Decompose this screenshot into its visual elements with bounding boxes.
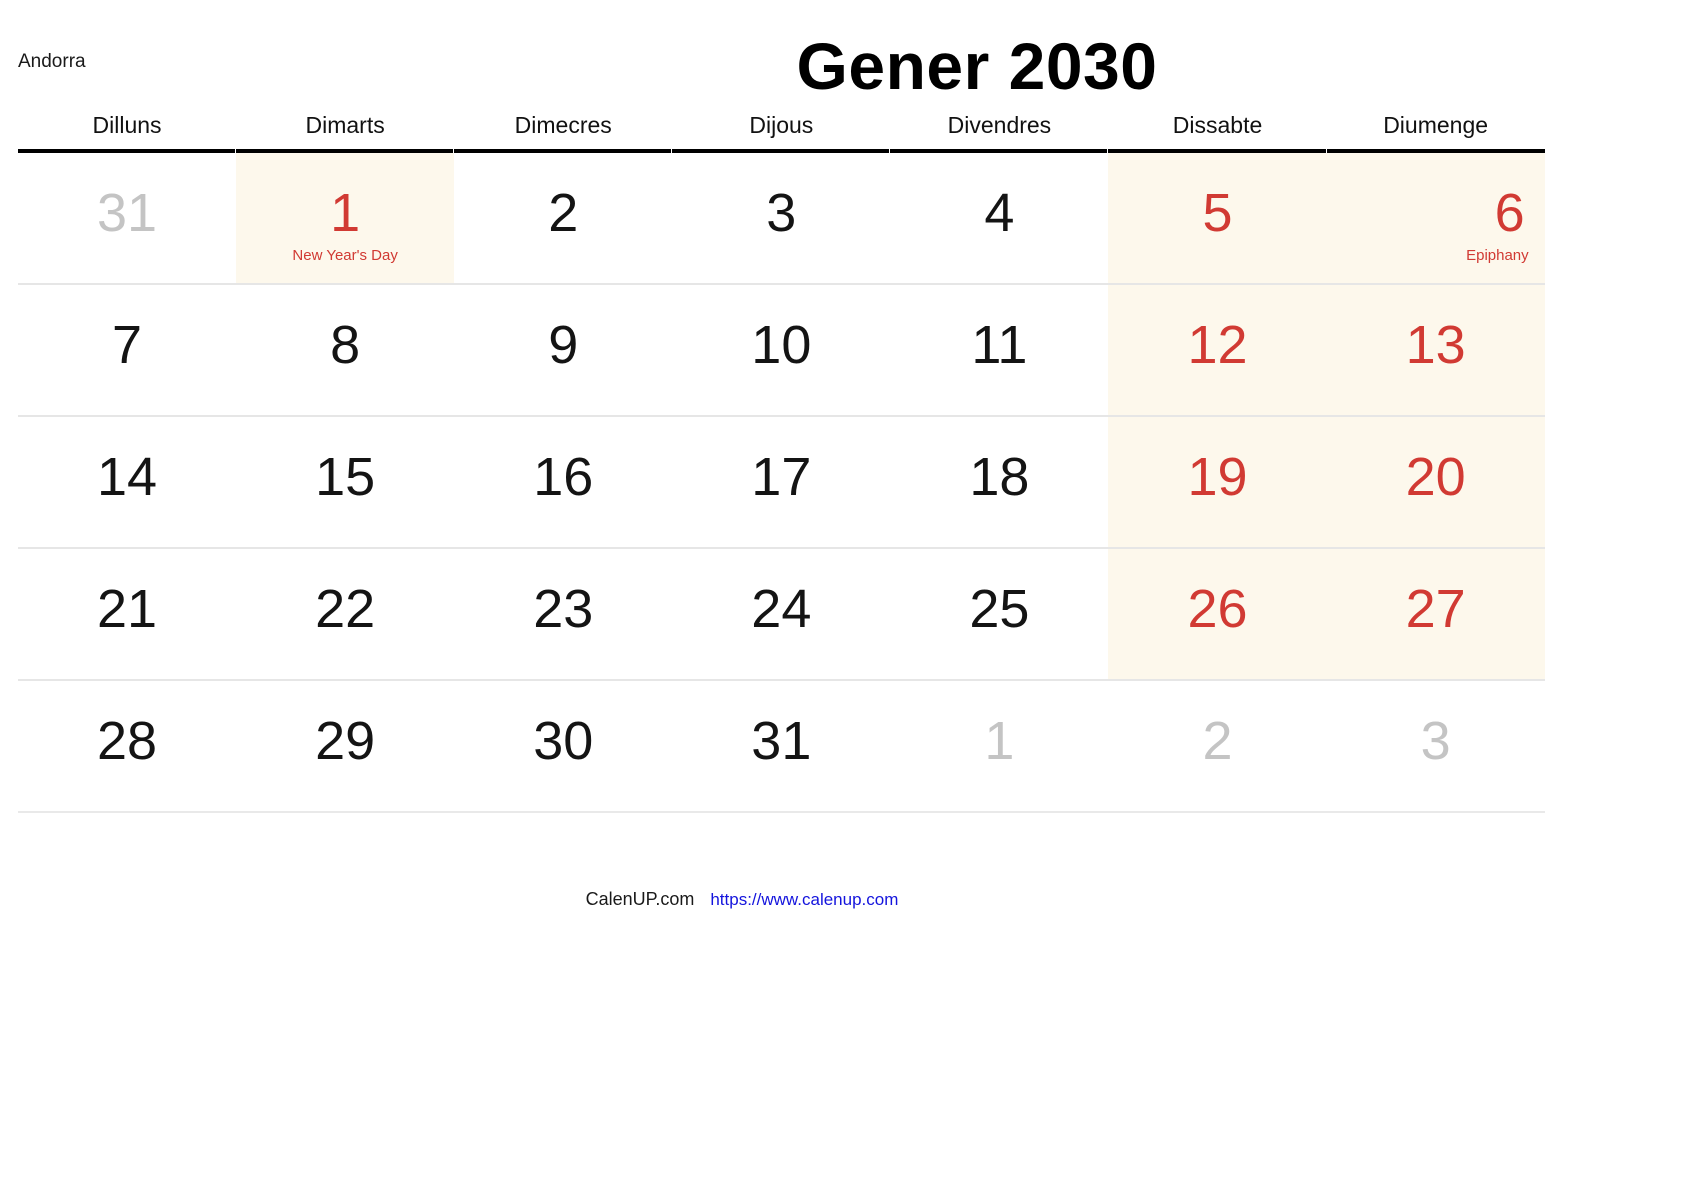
- day-number: 3: [766, 183, 797, 243]
- day-number: 9: [548, 315, 579, 375]
- calendar-day-cell[interactable]: 9: [454, 285, 672, 415]
- calendar-day-cell[interactable]: 21: [18, 549, 236, 679]
- calendar-day-cell[interactable]: 15: [236, 417, 454, 547]
- footer-url-link[interactable]: https://www.calenup.com: [710, 890, 898, 909]
- calendar-week-row: 7 8 9 10 11 12 13: [18, 285, 1545, 417]
- day-number: 1: [330, 183, 361, 243]
- calendar-day-cell[interactable]: 24: [672, 549, 890, 679]
- day-number: 6: [1494, 183, 1525, 243]
- day-number: 31: [97, 183, 158, 243]
- day-number: 1: [984, 711, 1015, 771]
- weekday-header-friday: Divendres: [947, 112, 1052, 138]
- calendar-day-cell[interactable]: 18: [890, 417, 1108, 547]
- day-number: 24: [751, 579, 812, 639]
- day-number: 12: [1187, 315, 1248, 375]
- calendar-day-cell[interactable]: 20: [1326, 417, 1545, 547]
- calendar-day-cell[interactable]: 6 Epiphany: [1326, 153, 1545, 283]
- calendar-day-cell[interactable]: 2: [454, 153, 672, 283]
- holiday-label: New Year's Day: [292, 247, 398, 264]
- calendar-day-cell[interactable]: 3: [672, 153, 890, 283]
- day-number: 27: [1405, 579, 1466, 639]
- calendar-day-cell[interactable]: 28: [18, 681, 236, 811]
- day-number: 30: [533, 711, 594, 771]
- day-number: 7: [112, 315, 143, 375]
- day-number: 10: [751, 315, 812, 375]
- day-number: 19: [1187, 447, 1248, 507]
- calendar-day-cell[interactable]: 31: [18, 153, 236, 283]
- day-number: 8: [330, 315, 361, 375]
- calendar-day-cell[interactable]: 22: [236, 549, 454, 679]
- day-number: 23: [533, 579, 594, 639]
- day-number: 5: [1202, 183, 1233, 243]
- weekday-header-sunday: Diumenge: [1383, 112, 1489, 138]
- day-number: 20: [1405, 447, 1466, 507]
- calendar-day-cell[interactable]: 7: [18, 285, 236, 415]
- weekday-header-tuesday: Dimarts: [305, 112, 385, 138]
- day-number: 31: [751, 711, 812, 771]
- day-number: 17: [751, 447, 812, 507]
- calendar-week-row: 31 1 New Year's Day 2 3 4 5 6 Epiphany: [18, 153, 1545, 285]
- weekday-header-thursday: Dijous: [749, 112, 814, 138]
- weekday-header-monday: Dilluns: [92, 112, 162, 138]
- calendar-day-cell[interactable]: 19: [1108, 417, 1327, 547]
- calendar-day-cell[interactable]: 30: [454, 681, 672, 811]
- day-number: 2: [1202, 711, 1233, 771]
- day-number: 11: [971, 315, 1028, 375]
- calendar-day-cell[interactable]: 27: [1326, 549, 1545, 679]
- holiday-label: Epiphany: [1466, 247, 1529, 264]
- calendar-day-cell[interactable]: 5: [1108, 153, 1327, 283]
- calendar-week-row: 14 15 16 17 18 19 20: [18, 417, 1545, 549]
- calendar-page: Andorra Gener 2030 Dilluns Dimarts Dimec…: [0, 0, 1684, 1191]
- calendar-weeks: 31 1 New Year's Day 2 3 4 5 6 Epiphany 7 8 9 10 11 12 1…: [18, 153, 1545, 813]
- calendar-day-cell[interactable]: 13: [1326, 285, 1545, 415]
- weekday-header-row: Dilluns Dimarts Dimecres Dijous Divendre…: [18, 110, 1545, 149]
- calendar-day-cell[interactable]: 17: [672, 417, 890, 547]
- day-number: 21: [97, 579, 158, 639]
- day-number: 26: [1187, 579, 1248, 639]
- day-number: 13: [1405, 315, 1466, 375]
- footer-brand: CalenUP.com: [585, 889, 695, 909]
- calendar-day-cell[interactable]: 3: [1327, 681, 1545, 811]
- day-number: 29: [315, 711, 376, 771]
- day-number: 3: [1420, 711, 1451, 771]
- day-number: 2: [548, 183, 579, 243]
- day-number: 28: [97, 711, 158, 771]
- weekday-header-wednesday: Dimecres: [514, 112, 612, 138]
- calendar-day-cell[interactable]: 8: [236, 285, 454, 415]
- weekday-header-saturday: Dissabte: [1172, 112, 1263, 138]
- page-title: Gener 2030: [796, 29, 1158, 103]
- calendar-day-cell[interactable]: 1: [890, 681, 1108, 811]
- calendar-day-cell[interactable]: 23: [454, 549, 672, 679]
- day-number: 25: [969, 579, 1030, 639]
- calendar-day-cell[interactable]: 12: [1108, 285, 1327, 415]
- day-number: 15: [315, 447, 376, 507]
- calendar-week-row: 28 29 30 31 1 2 3: [18, 681, 1545, 813]
- calendar-week-row: 21 22 23 24 25 26 27: [18, 549, 1545, 681]
- calendar-day-cell[interactable]: 29: [236, 681, 454, 811]
- day-number: 22: [315, 579, 376, 639]
- day-number: 14: [97, 447, 158, 507]
- calendar-day-cell[interactable]: 11: [890, 285, 1108, 415]
- calendar-day-cell[interactable]: 14: [18, 417, 236, 547]
- day-number: 4: [984, 183, 1015, 243]
- calendar-day-cell[interactable]: 2: [1108, 681, 1326, 811]
- calendar-day-cell[interactable]: 4: [890, 153, 1108, 283]
- day-number: 16: [533, 447, 594, 507]
- calendar-day-cell[interactable]: 26: [1108, 549, 1327, 679]
- footer: CalenUP.com https://www.calenup.com: [0, 888, 1684, 911]
- calendar-day-cell[interactable]: 25: [890, 549, 1108, 679]
- calendar-day-cell[interactable]: 31: [672, 681, 890, 811]
- day-number: 18: [969, 447, 1030, 507]
- calendar-day-cell[interactable]: 10: [672, 285, 890, 415]
- calendar-day-cell[interactable]: 1 New Year's Day: [236, 153, 455, 283]
- calendar-day-cell[interactable]: 16: [454, 417, 672, 547]
- calendar-grid: Dilluns Dimarts Dimecres Dijous Divendre…: [18, 110, 1545, 813]
